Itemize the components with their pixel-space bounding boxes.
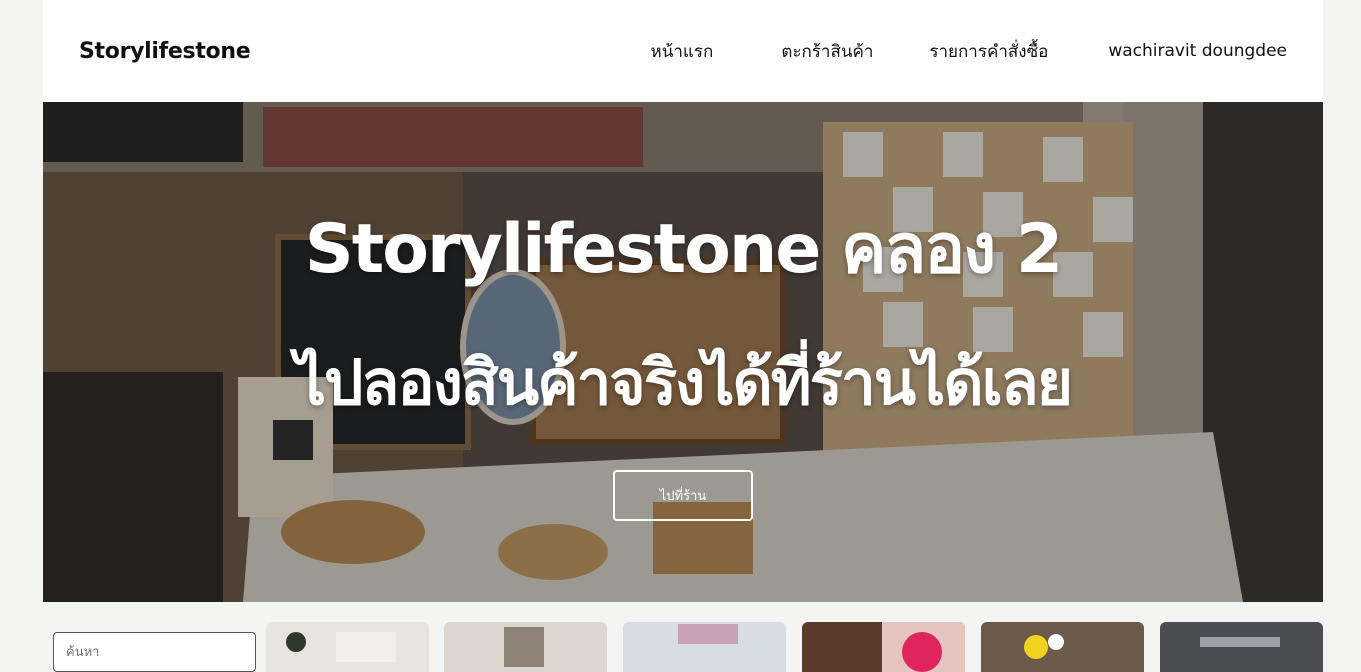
product-strip bbox=[0, 622, 1361, 672]
nav-home[interactable]: หน้าแรก bbox=[651, 38, 714, 65]
product-card[interactable] bbox=[1160, 622, 1323, 672]
product-thumbnail bbox=[504, 627, 544, 667]
hero-subtitle: ไปลองสินค้าจริงได้ที่ร้านได้เลย bbox=[294, 346, 1073, 419]
hero-content: Storylifestone คลอง 2 ไปลองสินค้าจริงได้… bbox=[43, 102, 1323, 602]
product-thumbnail bbox=[286, 632, 396, 662]
product-card[interactable] bbox=[444, 622, 607, 672]
search-input[interactable] bbox=[53, 632, 256, 672]
nav-cart[interactable]: ตะกร้าสินค้า bbox=[781, 38, 873, 65]
product-thumbnail bbox=[678, 624, 738, 644]
product-card[interactable] bbox=[981, 622, 1144, 672]
hero-title: Storylifestone คลอง 2 bbox=[304, 210, 1063, 289]
navbar: Storylifestone หน้าแรก ตะกร้าสินค้า รายก… bbox=[43, 0, 1323, 102]
page-frame: Storylifestone หน้าแรก ตะกร้าสินค้า รายก… bbox=[43, 0, 1323, 602]
nav-links: หน้าแรก ตะกร้าสินค้า รายการคำสั่งซื้อ wa… bbox=[651, 38, 1287, 65]
product-card[interactable] bbox=[266, 622, 429, 672]
product-thumbnail bbox=[1200, 637, 1280, 647]
nav-user-account[interactable]: wachiravit doungdee bbox=[1108, 41, 1287, 61]
product-thumbnail bbox=[882, 622, 965, 672]
go-to-store-button[interactable]: ไปที่ร้าน bbox=[613, 470, 753, 521]
product-card[interactable] bbox=[802, 622, 965, 672]
hero-banner: Storylifestone คลอง 2 ไปลองสินค้าจริงได้… bbox=[43, 102, 1323, 602]
product-card[interactable] bbox=[623, 622, 786, 672]
nav-orders[interactable]: รายการคำสั่งซื้อ bbox=[929, 38, 1048, 65]
product-thumbnail bbox=[1024, 634, 1064, 659]
brand-logo[interactable]: Storylifestone bbox=[79, 39, 251, 64]
